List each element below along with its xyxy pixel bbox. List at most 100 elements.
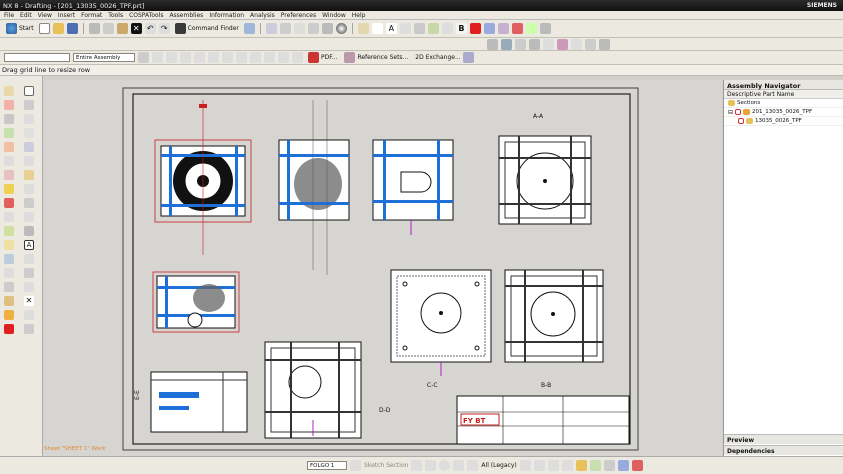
text-a-icon[interactable]: A xyxy=(385,23,397,34)
menu-tools[interactable]: Tools xyxy=(108,12,123,19)
command-finder-button[interactable]: Command Finder xyxy=(173,23,241,34)
color2-icon[interactable] xyxy=(511,23,523,34)
reference-sets-button[interactable]: Reference Sets... xyxy=(342,52,410,63)
menu-assemblies[interactable]: Assemblies xyxy=(169,12,203,19)
render-style-icon[interactable] xyxy=(335,23,347,34)
menu-file[interactable]: File xyxy=(4,12,14,19)
navigator-node-assembly[interactable]: ⊟ 201_13035_0026_TPF xyxy=(724,108,843,117)
layer-select[interactable]: FOLGO 1 xyxy=(307,461,347,470)
note-icon[interactable] xyxy=(483,23,495,34)
tool9-icon[interactable] xyxy=(599,38,610,50)
checkbox-icon[interactable] xyxy=(735,109,742,115)
pdf-button[interactable]: PDF... xyxy=(306,52,339,63)
view-icon[interactable] xyxy=(243,23,255,34)
snap-c-icon[interactable] xyxy=(547,460,559,471)
surface-icon[interactable] xyxy=(4,310,14,320)
expand-toggle-icon[interactable]: ⊟ xyxy=(728,109,733,116)
snap-a-icon[interactable] xyxy=(519,460,531,471)
menu-analysis[interactable]: Analysis xyxy=(250,12,275,19)
dim3-icon[interactable] xyxy=(4,212,14,222)
2d-exchange-button[interactable]: 2D Exchange... xyxy=(413,52,475,63)
snap5-icon[interactable] xyxy=(208,52,219,63)
navigator-column-header[interactable]: Descriptive Part Name xyxy=(724,90,843,99)
undo-icon[interactable]: ↶ xyxy=(144,23,156,34)
menu-window[interactable]: Window xyxy=(322,12,346,19)
angle-icon[interactable] xyxy=(24,184,34,194)
centerline-icon[interactable] xyxy=(24,282,34,292)
tool-icon[interactable] xyxy=(357,23,369,34)
measure-icon[interactable] xyxy=(427,23,439,34)
snap6-icon[interactable] xyxy=(222,52,233,63)
table2-icon[interactable] xyxy=(24,310,34,320)
dim2-icon[interactable] xyxy=(4,198,14,208)
tool3-icon[interactable] xyxy=(515,38,526,50)
settings-icon[interactable] xyxy=(539,23,551,34)
snap2-icon[interactable] xyxy=(166,52,177,63)
tool1-icon[interactable] xyxy=(487,38,498,50)
projected-view-icon[interactable] xyxy=(24,114,34,124)
circle-icon[interactable] xyxy=(4,114,14,124)
line2-icon[interactable] xyxy=(425,460,437,471)
update-view-icon[interactable] xyxy=(24,156,34,166)
preview-panel-header[interactable]: Preview xyxy=(724,434,843,444)
snap10-icon[interactable] xyxy=(278,52,289,63)
table-icon[interactable] xyxy=(441,23,453,34)
line-icon[interactable] xyxy=(4,86,14,96)
break-view-icon[interactable] xyxy=(24,142,34,152)
curve-icon[interactable] xyxy=(411,460,423,471)
menu-insert[interactable]: Insert xyxy=(58,12,75,19)
navigator-node-part[interactable]: 13035_0026_TPF xyxy=(724,117,843,126)
trim-icon[interactable] xyxy=(4,170,14,180)
snap9-icon[interactable] xyxy=(264,52,275,63)
filter-icon[interactable] xyxy=(138,52,149,63)
menu-edit[interactable]: Edit xyxy=(20,12,32,19)
menu-view[interactable]: View xyxy=(38,12,52,19)
sketch-section-label[interactable]: Sketch Section xyxy=(364,462,408,469)
tool2-icon[interactable] xyxy=(501,38,512,50)
image-icon[interactable] xyxy=(497,23,509,34)
snap-g-icon[interactable] xyxy=(603,460,615,471)
close-x-icon[interactable]: ✕ xyxy=(24,296,34,306)
sketch-section-icon[interactable] xyxy=(350,460,361,471)
color-icon[interactable] xyxy=(469,23,481,34)
snap-b-icon[interactable] xyxy=(533,460,545,471)
menu-format[interactable]: Format xyxy=(81,12,102,19)
bold-icon[interactable]: B xyxy=(455,23,467,34)
drawing-canvas[interactable]: A-A C-C B-B E-E D-D FY BT xyxy=(43,80,722,456)
new-file-icon[interactable] xyxy=(38,23,50,34)
navigator-node-sections[interactable]: Sections xyxy=(724,99,843,108)
fit-icon[interactable] xyxy=(265,23,277,34)
snap-h-icon[interactable] xyxy=(617,460,629,471)
type-filter-select[interactable] xyxy=(4,53,70,62)
snap7-icon[interactable] xyxy=(236,52,247,63)
circle2-icon[interactable] xyxy=(439,460,451,471)
datum-icon[interactable] xyxy=(24,268,34,278)
triangle-icon[interactable] xyxy=(4,100,14,110)
save-icon[interactable] xyxy=(66,23,78,34)
detail-icon[interactable] xyxy=(4,240,14,250)
palette-icon[interactable] xyxy=(525,23,537,34)
ruler-icon[interactable] xyxy=(24,170,34,180)
gdt-icon[interactable] xyxy=(4,282,14,292)
snap-i-icon[interactable] xyxy=(631,460,643,471)
menu-cospatools[interactable]: COSPATools xyxy=(129,12,163,19)
snap1-icon[interactable] xyxy=(152,52,163,63)
start-button[interactable]: Start xyxy=(4,23,36,34)
tool8-icon[interactable] xyxy=(585,38,596,50)
tool4-icon[interactable] xyxy=(529,38,540,50)
tool6-icon[interactable] xyxy=(557,38,568,50)
dependencies-panel-header[interactable]: Dependencies xyxy=(724,445,843,455)
arrow-icon[interactable] xyxy=(371,23,383,34)
redo-icon[interactable]: ↷ xyxy=(158,23,170,34)
chamfer-icon[interactable] xyxy=(4,156,14,166)
menu-help[interactable]: Help xyxy=(352,12,366,19)
snap8-icon[interactable] xyxy=(250,52,261,63)
arc2-icon[interactable] xyxy=(467,460,479,471)
ordinate-icon[interactable] xyxy=(24,226,34,236)
parts-list-icon[interactable] xyxy=(24,324,34,334)
copy-icon[interactable] xyxy=(102,23,114,34)
tool5-icon[interactable] xyxy=(543,38,554,50)
symbol-icon[interactable] xyxy=(4,268,14,278)
snap4-icon[interactable] xyxy=(194,52,205,63)
checkbox-icon[interactable] xyxy=(738,118,744,124)
